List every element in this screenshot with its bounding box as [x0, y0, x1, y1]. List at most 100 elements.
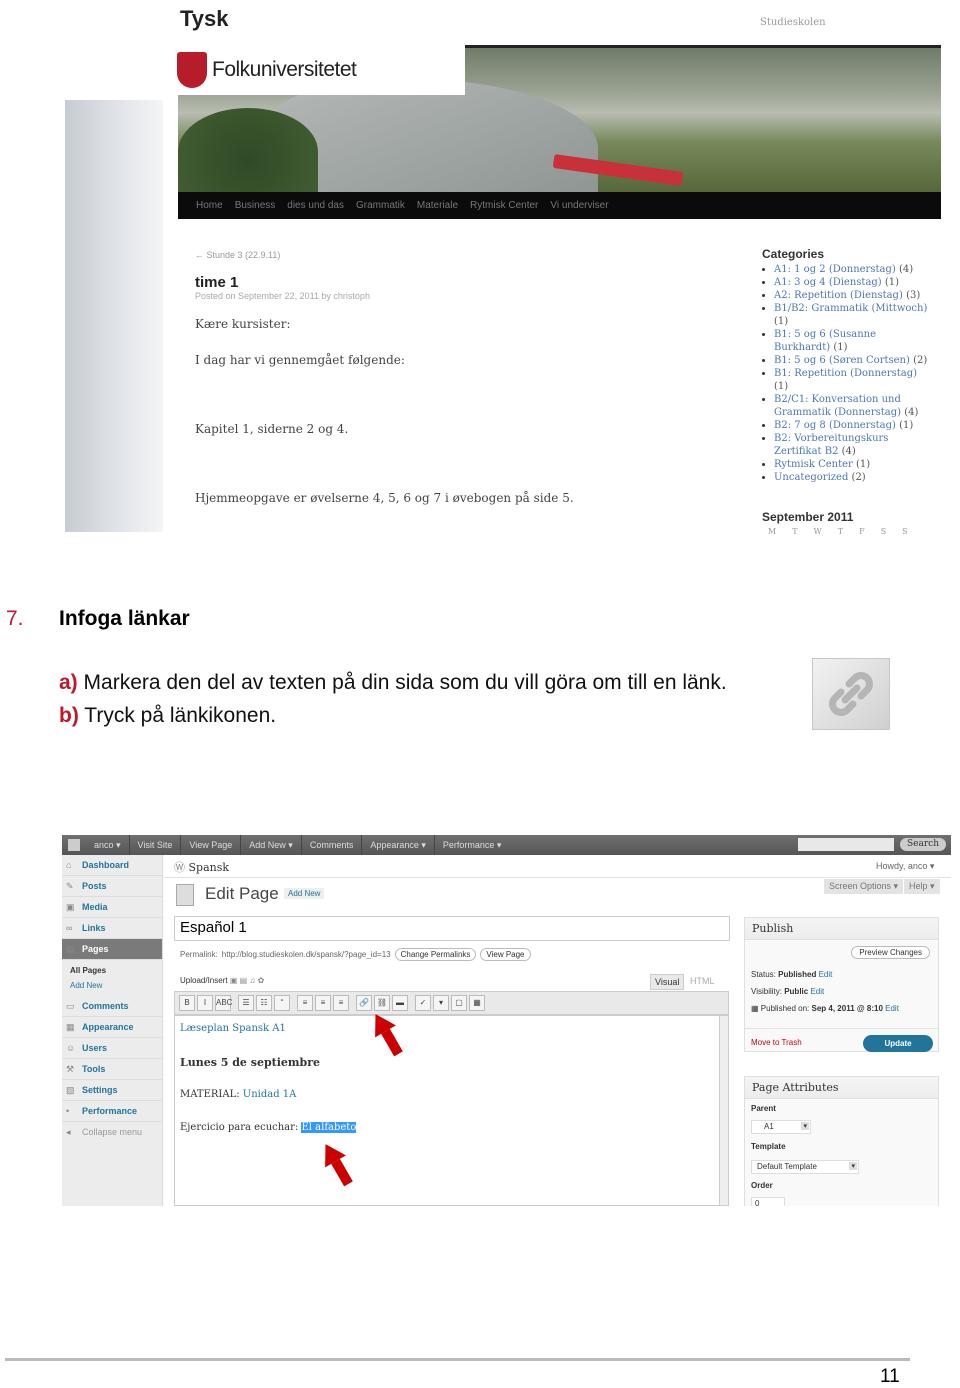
menu-item-media[interactable]: ▣ Media — [62, 897, 162, 918]
menu-item-appearance[interactable]: ▦ Appearance — [62, 1017, 162, 1038]
screen-options-button[interactable]: Screen Options ▾ — [824, 879, 904, 894]
blockquote-button[interactable]: “ — [274, 995, 290, 1011]
category-item[interactable]: B2/C1: Konversation und Grammatik (Donne… — [774, 393, 932, 419]
editor-content[interactable]: Læseplan Spansk A1 Lunes 5 de septiembre… — [174, 1015, 729, 1206]
menu-item-tools[interactable]: ⚒ Tools — [62, 1059, 162, 1080]
menu-item-collapse-menu[interactable]: ◂ Collapse menu — [62, 1122, 162, 1143]
nav-item[interactable]: Grammatik — [356, 200, 405, 211]
strikethrough-button[interactable]: ABC — [215, 995, 232, 1011]
align-left-button[interactable]: ≡ — [297, 995, 313, 1011]
admin-bar-user[interactable]: anco ▾ — [86, 835, 130, 855]
category-link[interactable]: B1/B2: Grammatik (Mittwoch) — [774, 303, 927, 314]
prev-post-link[interactable]: ← Stunde 3 (22.9.11) — [195, 250, 574, 260]
submenu-add-new[interactable]: Add New — [70, 978, 154, 993]
nav-item[interactable]: Rytmisk Center — [470, 200, 538, 211]
menu-item-users[interactable]: ☺ Users — [62, 1038, 162, 1059]
category-item[interactable]: B1: 5 og 6 (Susanne Burkhardt) (1) — [774, 328, 932, 354]
category-link[interactable]: B1: 5 og 6 (Søren Cortsen) — [774, 355, 910, 366]
bullet-list-button[interactable]: ☰ — [238, 995, 254, 1011]
align-right-button[interactable]: ≡ — [333, 995, 349, 1011]
spellcheck-dropdown-button[interactable]: ▾ — [433, 995, 449, 1011]
admin-bar-visit-site[interactable]: Visit Site — [130, 835, 182, 855]
category-item[interactable]: A1: 1 og 2 (Donnerstag) (4) — [774, 263, 932, 276]
move-to-trash-link[interactable]: Move to Trash — [751, 1038, 802, 1047]
nav-item[interactable]: Home — [196, 200, 223, 211]
selected-text[interactable]: El alfabeto — [301, 1122, 357, 1133]
add-new-button[interactable]: Add New — [284, 888, 325, 899]
category-item[interactable]: B1: 5 og 6 (Søren Cortsen) (2) — [774, 354, 932, 367]
search-input[interactable] — [798, 838, 894, 851]
upload-insert-label: Upload/Insert — [180, 976, 228, 985]
permalink-url[interactable]: http://blog.studieskolen.dk/spansk/?page… — [222, 950, 391, 959]
category-item[interactable]: A1: 3 og 4 (Dienstag) (1) — [774, 276, 932, 289]
align-center-button[interactable]: ≡ — [315, 995, 331, 1011]
category-link[interactable]: Uncategorized — [774, 472, 848, 483]
spellcheck-button[interactable]: ✓ — [415, 995, 431, 1011]
template-select[interactable]: Default Template ▾ — [751, 1160, 859, 1174]
category-item[interactable]: B2: 7 og 8 (Donnerstag) (1) — [774, 419, 932, 432]
content-link[interactable]: Læseplan Spansk A1 — [180, 1023, 286, 1034]
page-attributes-title: Page Attributes — [745, 1077, 938, 1099]
help-button[interactable]: Help ▾ — [904, 879, 940, 894]
category-link[interactable]: B2: 7 og 8 (Donnerstag) — [774, 420, 896, 431]
search-button[interactable]: Search — [900, 838, 946, 851]
category-link[interactable]: B1: 5 og 6 (Susanne Burkhardt) — [774, 329, 876, 353]
category-link[interactable]: Rytmisk Center — [774, 459, 853, 470]
category-link[interactable]: A2: Repetition (Dienstag) — [774, 290, 903, 301]
view-page-button[interactable]: View Page — [480, 948, 531, 961]
site-name[interactable]: Ⓦ Spansk — [174, 859, 229, 875]
update-button[interactable]: Update — [863, 1035, 933, 1052]
howdy-menu[interactable]: Howdy, anco ▾ — [876, 861, 934, 872]
preview-changes-button[interactable]: Preview Changes — [851, 946, 930, 959]
tab-html[interactable]: HTML — [686, 974, 719, 988]
menu-item-performance[interactable]: • Performance — [62, 1101, 162, 1122]
fullscreen-button[interactable]: ▢ — [451, 995, 467, 1011]
menu-item-pages[interactable]: ▤ Pages — [62, 939, 162, 960]
admin-bar-appearance[interactable]: Appearance ▾ — [362, 835, 435, 855]
more-button[interactable]: ▬ — [392, 995, 408, 1011]
submenu-all-pages[interactable]: All Pages — [70, 963, 154, 978]
nav-item[interactable]: Business — [235, 200, 276, 211]
category-link[interactable]: B2/C1: Konversation und Grammatik (Donne… — [774, 394, 901, 418]
menu-item-settings[interactable]: ▧ Settings — [62, 1080, 162, 1101]
title-input[interactable]: Español 1 — [174, 916, 730, 941]
material-link[interactable]: Unidad 1A — [243, 1089, 297, 1100]
unlink-button[interactable]: ⛓ — [374, 995, 390, 1011]
menu-item-posts[interactable]: ✎ Posts — [62, 876, 162, 897]
bold-button[interactable]: B — [179, 995, 195, 1011]
italic-button[interactable]: I — [197, 995, 213, 1011]
change-permalinks-button[interactable]: Change Permalinks — [394, 948, 477, 961]
category-link[interactable]: B2: Vorbereitungskurs Zertifikat B2 — [774, 433, 888, 457]
admin-bar-view-page[interactable]: View Page — [181, 835, 242, 855]
edit-date-link[interactable]: Edit — [885, 1004, 899, 1013]
category-link[interactable]: A1: 3 og 4 (Dienstag) — [774, 277, 882, 288]
category-link[interactable]: A1: 1 og 2 (Donnerstag) — [774, 264, 896, 275]
numbered-list-button[interactable]: ☷ — [256, 995, 272, 1011]
order-input[interactable]: 0 — [751, 1197, 785, 1206]
admin-bar-add-new[interactable]: Add New ▾ — [241, 835, 302, 855]
nav-item[interactable]: Materiale — [417, 200, 458, 211]
category-item[interactable]: Rytmisk Center (1) — [774, 458, 932, 471]
kitchen-sink-button[interactable]: ▦ — [469, 995, 485, 1011]
category-item[interactable]: B2: Vorbereitungskurs Zertifikat B2 (4) — [774, 432, 932, 458]
category-item[interactable]: Uncategorized (2) — [774, 471, 932, 484]
tab-visual[interactable]: Visual — [650, 974, 685, 990]
media-icons[interactable]: ▣ ▤ ♫ ✿ — [230, 976, 265, 985]
admin-bar-performance[interactable]: Performance ▾ — [435, 835, 510, 855]
menu-item-dashboard[interactable]: ⌂ Dashboard — [62, 855, 162, 876]
edit-status-link[interactable]: Edit — [819, 970, 833, 979]
admin-bar-comments[interactable]: Comments — [302, 835, 363, 855]
menu-item-comments[interactable]: ▭ Comments — [62, 996, 162, 1017]
nav-item[interactable]: dies und das — [287, 200, 344, 211]
edit-visibility-link[interactable]: Edit — [810, 987, 824, 996]
menu-item-links[interactable]: ∞ Links — [62, 918, 162, 939]
editor-scrollbar[interactable] — [719, 1016, 728, 1205]
category-item[interactable]: B1: Repetition (Donnerstag) (1) — [774, 367, 932, 393]
nav-item[interactable]: Vi underviser — [550, 200, 608, 211]
category-item[interactable]: A2: Repetition (Dienstag) (3) — [774, 289, 932, 302]
link-button[interactable]: 🔗 — [356, 995, 372, 1011]
parent-select[interactable]: A1 ▾ — [751, 1120, 811, 1134]
category-link[interactable]: B1: Repetition (Donnerstag) — [774, 368, 917, 379]
upload-insert[interactable]: Upload/Insert ▣ ▤ ♫ ✿ — [180, 976, 264, 985]
category-item[interactable]: B1/B2: Grammatik (Mittwoch) (1) — [774, 302, 932, 328]
